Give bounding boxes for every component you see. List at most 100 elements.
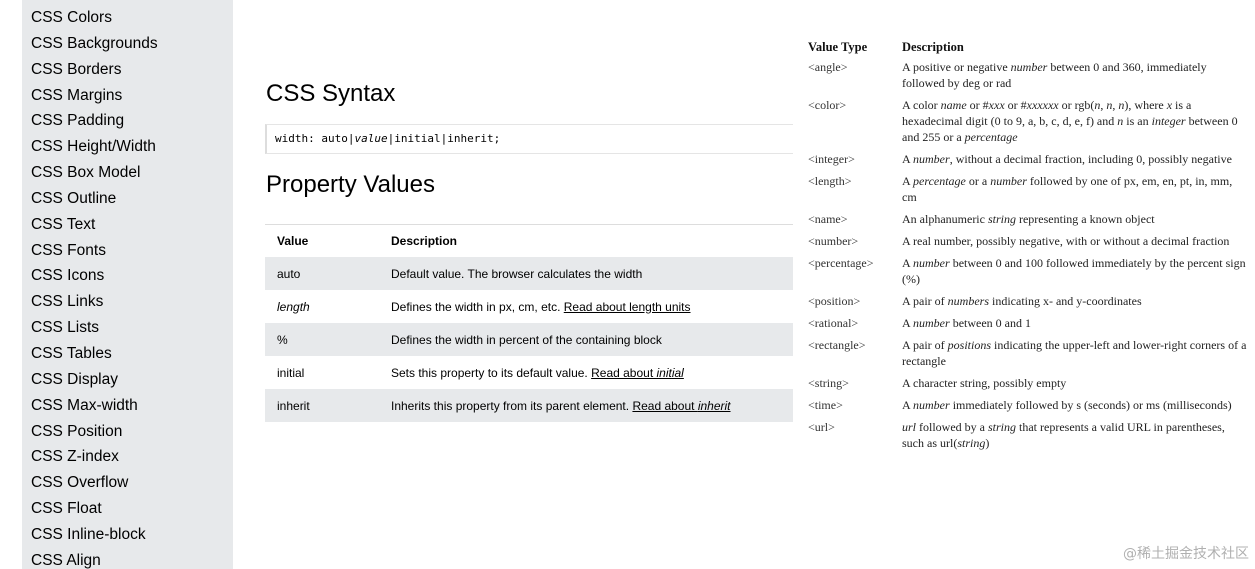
value-type-row: <color> A color name or #xxx or #xxxxxx o…	[808, 97, 1248, 151]
sidebar-item-outline[interactable]: CSS Outline	[22, 186, 233, 212]
sidebar-item-backgrounds[interactable]: CSS Backgrounds	[22, 31, 233, 57]
link-text: Read about length units	[563, 299, 691, 314]
table-row: inherit Inherits this property from its p…	[265, 389, 793, 422]
value-type-description: A positive or negative number between 0 …	[902, 60, 1207, 90]
value-type-description: A color name or #xxx or #xxxxxx or rgb(n…	[902, 98, 1238, 144]
value-type-name: <rational>	[808, 316, 859, 330]
sidebar-item-box-model[interactable]: CSS Box Model	[22, 160, 233, 186]
read-about-link[interactable]: Read about length units	[564, 300, 691, 314]
value-type-row: <angle> A positive or negative number bet…	[808, 59, 1248, 97]
code-prefix: width: auto|	[275, 132, 355, 145]
syntax-code-box: width: auto|value|initial|inherit;	[265, 124, 793, 154]
value-type-row: <position> A pair of numbers indicating x…	[808, 293, 1248, 315]
row-value: initial	[277, 365, 305, 380]
link-italic-text: inherit	[697, 398, 731, 413]
row-description: Inherits this property from its parent e…	[379, 389, 793, 422]
row-description: Sets this property to its default value.…	[379, 356, 793, 389]
read-about-link[interactable]: Read about initial	[591, 366, 684, 380]
sidebar-item-colors[interactable]: CSS Colors	[22, 5, 233, 31]
value-type-description: A character string, possibly empty	[902, 376, 1067, 390]
description-text: Sets this property to its default value.	[391, 365, 592, 380]
table-row: % Defines the width in percent of the con…	[265, 323, 793, 356]
read-about-link[interactable]: Read about inherit	[632, 399, 730, 413]
sidebar-item-lists[interactable]: CSS Lists	[22, 315, 233, 341]
property-values-body: auto Default value. The browser calculate…	[265, 257, 793, 422]
value-type-description: url followed by a string that represents…	[902, 420, 1225, 450]
row-value: length	[277, 299, 310, 314]
sidebar-item-links[interactable]: CSS Links	[22, 289, 233, 315]
value-types-reference: Value Type Description <angle> A positive…	[808, 40, 1248, 457]
row-description: Default value. The browser calculates th…	[379, 257, 793, 290]
header-value-type: Value Type	[808, 40, 868, 54]
sidebar-item-position[interactable]: CSS Position	[22, 419, 233, 445]
table-row: auto Default value. The browser calculate…	[265, 257, 793, 290]
value-type-description: A number, without a decimal fraction, in…	[902, 152, 1232, 166]
value-type-row: <number> A real number, possibly negative…	[808, 233, 1248, 255]
table-row: initial Sets this property to its default…	[265, 356, 793, 389]
code-suffix: |initial|inherit;	[387, 132, 501, 145]
value-type-description: A pair of positions indicating the upper…	[902, 338, 1247, 368]
value-type-description: A pair of numbers indicating x- and y-co…	[902, 294, 1142, 308]
value-type-row: <rational> A number between 0 and 1	[808, 315, 1248, 337]
value-types-body: <angle> A positive or negative number bet…	[808, 59, 1248, 457]
sidebar-item-height-width[interactable]: CSS Height/Width	[22, 134, 233, 160]
sidebar-item-inline-block[interactable]: CSS Inline-block	[22, 522, 233, 548]
sidebar-item-overflow[interactable]: CSS Overflow	[22, 470, 233, 496]
sidebar-list: CSS Colors CSS Backgrounds CSS Borders CSS …	[22, 0, 233, 569]
description-text: Defines the width in px, cm, etc.	[391, 299, 564, 314]
sidebar-item-borders[interactable]: CSS Borders	[22, 57, 233, 83]
value-type-row: <url> url followed by a string that repre…	[808, 419, 1248, 457]
value-type-row: <string> A character string, possibly emp…	[808, 375, 1248, 397]
syntax-heading: CSS Syntax	[266, 80, 396, 107]
value-type-row: <percentage> A number between 0 and 100 f…	[808, 255, 1248, 293]
watermark: @稀土掘金技术社区	[1123, 546, 1249, 562]
description-text: Inherits this property from its parent e…	[391, 398, 633, 413]
row-description: Defines the width in percent of the cont…	[379, 323, 793, 356]
header-value: Value	[277, 234, 309, 248]
sidebar-item-tables[interactable]: CSS Tables	[22, 341, 233, 367]
sidebar-item-text[interactable]: CSS Text	[22, 212, 233, 238]
value-type-name: <percentage>	[808, 256, 874, 270]
sidebar-item-float[interactable]: CSS Float	[22, 496, 233, 522]
value-type-description: A number between 0 and 100 followed imme…	[902, 256, 1246, 286]
value-type-description: A number immediately followed by s (seco…	[902, 398, 1232, 412]
row-value: auto	[265, 257, 379, 290]
sidebar-item-align[interactable]: CSS Align	[22, 548, 233, 569]
property-values-table: Value Description auto Default value. The…	[265, 224, 793, 422]
property-values-heading: Property Values	[266, 171, 435, 198]
value-type-row: <length> A percentage or a number followe…	[808, 173, 1248, 211]
value-type-name: <number>	[808, 234, 859, 248]
sidebar-item-margins[interactable]: CSS Margins	[22, 83, 233, 109]
value-type-name: <string>	[808, 376, 849, 390]
value-type-name: <color>	[808, 98, 847, 112]
description-text: Default value. The browser calculates th…	[391, 266, 643, 281]
value-type-name: <length>	[808, 174, 852, 188]
sidebar-item-icons[interactable]: CSS Icons	[22, 263, 233, 289]
sidebar-item-display[interactable]: CSS Display	[22, 367, 233, 393]
value-type-name: <position>	[808, 294, 861, 308]
link-text: Read about	[591, 365, 657, 380]
sidebar-item-max-width[interactable]: CSS Max-width	[22, 393, 233, 419]
sidebar-item-padding[interactable]: CSS Padding	[22, 108, 233, 134]
link-italic-text: initial	[656, 365, 684, 380]
value-type-name: <time>	[808, 398, 843, 412]
sidebar-item-fonts[interactable]: CSS Fonts	[22, 238, 233, 264]
row-value: %	[265, 323, 379, 356]
value-type-description: An alphanumeric string representing a kn…	[902, 212, 1155, 226]
sidebar-item-z-index[interactable]: CSS Z-index	[22, 444, 233, 470]
value-type-name: <rectangle>	[808, 338, 866, 352]
value-type-description: A real number, possibly negative, with o…	[902, 234, 1230, 248]
value-type-row: <time> A number immediately followed by s…	[808, 397, 1248, 419]
row-description: Defines the width in px, cm, etc. Read a…	[379, 290, 793, 323]
value-type-row: <rectangle> A pair of positions indicatin…	[808, 337, 1248, 375]
header-description: Description	[391, 234, 458, 248]
link-text: Read about	[632, 398, 698, 413]
value-type-description: A percentage or a number followed by one…	[902, 174, 1233, 204]
code-value: value	[354, 132, 388, 145]
value-type-name: <angle>	[808, 60, 848, 74]
header-type-description: Description	[902, 40, 964, 54]
value-types-header-row: Value Type Description	[808, 40, 1248, 59]
value-type-row: <integer> A number, without a decimal fra…	[808, 151, 1248, 173]
value-types-table: Value Type Description <angle> A positive…	[808, 40, 1248, 457]
table-header-row: Value Description	[265, 225, 793, 258]
